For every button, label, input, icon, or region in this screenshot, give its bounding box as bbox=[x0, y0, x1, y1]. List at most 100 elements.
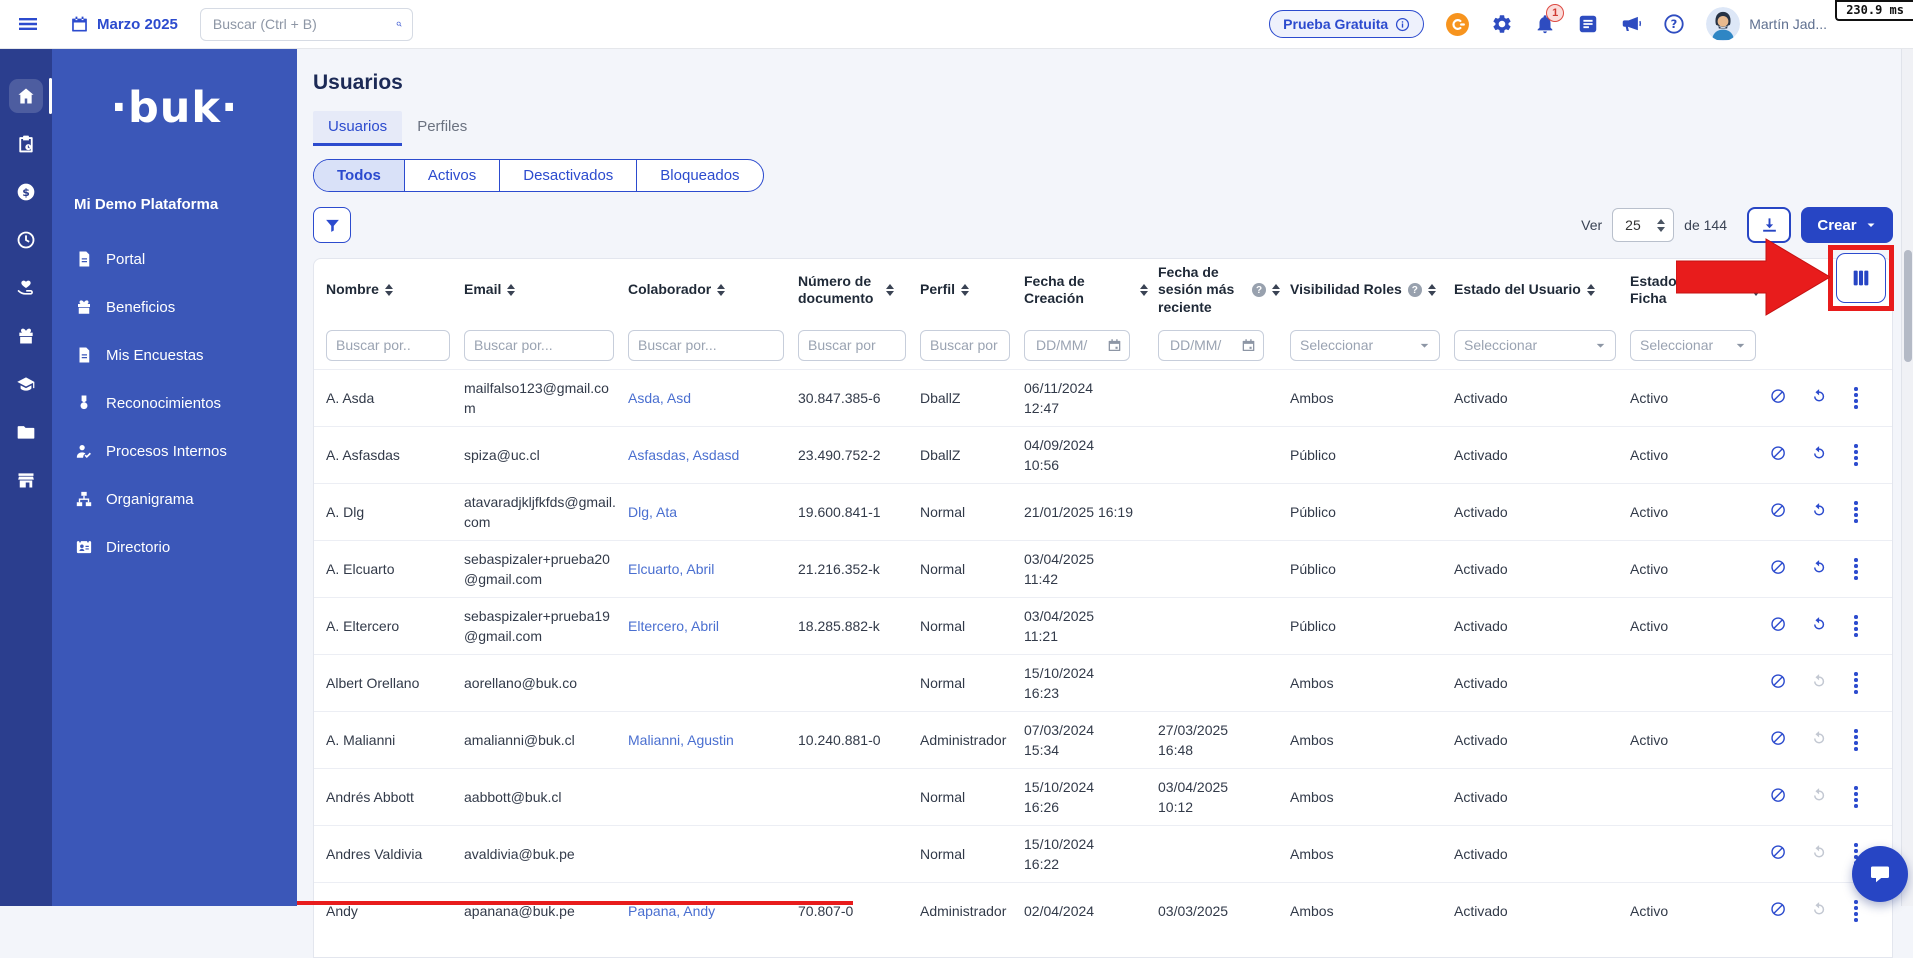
row-menu-button[interactable] bbox=[1852, 442, 1860, 468]
block-user-button[interactable] bbox=[1770, 729, 1786, 752]
filter-input-numero-de-documento[interactable] bbox=[798, 330, 906, 361]
block-user-button[interactable] bbox=[1770, 672, 1786, 695]
block-user-button[interactable] bbox=[1770, 501, 1786, 524]
sort-icon[interactable] bbox=[717, 284, 725, 296]
date-input[interactable] bbox=[1168, 336, 1237, 354]
row-menu-button[interactable] bbox=[1852, 613, 1860, 639]
bukcoin-icon[interactable] bbox=[1445, 12, 1470, 37]
column-header-perfil[interactable]: Perfil bbox=[920, 281, 1024, 299]
restore-button[interactable] bbox=[1811, 843, 1827, 866]
search-icon[interactable] bbox=[396, 15, 402, 33]
rail-item-clock[interactable] bbox=[9, 223, 43, 257]
column-header-nombre[interactable]: Nombre bbox=[326, 281, 464, 299]
sort-icon[interactable] bbox=[961, 284, 969, 296]
sidebar-item-directorio[interactable]: Directorio bbox=[52, 523, 297, 571]
restore-button[interactable] bbox=[1811, 558, 1827, 581]
block-user-button[interactable] bbox=[1770, 387, 1786, 410]
global-search[interactable] bbox=[200, 8, 413, 41]
block-user-button[interactable] bbox=[1770, 615, 1786, 638]
column-header-estado-del-usuario[interactable]: Estado del Usuario bbox=[1454, 281, 1630, 299]
trial-badge[interactable]: Prueba Gratuita bbox=[1269, 10, 1424, 38]
sidebar-item-reconocimientos[interactable]: Reconocimientos bbox=[52, 379, 297, 427]
filters-button[interactable] bbox=[313, 207, 351, 243]
sidebar-item-mis-encuestas[interactable]: Mis Encuestas bbox=[52, 331, 297, 379]
sidebar-item-procesos-internos[interactable]: Procesos Internos bbox=[52, 427, 297, 475]
sort-icon[interactable] bbox=[1587, 284, 1595, 296]
restore-button[interactable] bbox=[1811, 729, 1827, 752]
period-selector[interactable]: Marzo 2025 bbox=[70, 15, 178, 34]
date-input[interactable] bbox=[1034, 336, 1103, 354]
date-filter-fecha-de-sesion-mas-reciente[interactable] bbox=[1158, 330, 1264, 361]
filter-input-colaborador[interactable] bbox=[628, 330, 784, 361]
block-user-button[interactable] bbox=[1770, 786, 1786, 809]
segment-desactivados[interactable]: Desactivados bbox=[499, 160, 636, 191]
user-name[interactable]: Martín Jad... bbox=[1749, 16, 1827, 32]
help-icon[interactable]: ? bbox=[1252, 283, 1266, 297]
select-filter-visibilidad-roles[interactable]: Seleccionar bbox=[1290, 330, 1440, 361]
rail-item-hand-heart[interactable] bbox=[9, 271, 43, 305]
sort-icon[interactable] bbox=[385, 284, 393, 296]
chat-fab-button[interactable] bbox=[1852, 846, 1908, 902]
sidebar-item-organigrama[interactable]: Organigrama bbox=[52, 475, 297, 523]
rail-item-folder[interactable] bbox=[9, 415, 43, 449]
notifications-bell-icon[interactable]: 1 bbox=[1534, 13, 1556, 35]
row-menu-button[interactable] bbox=[1852, 556, 1860, 582]
rail-item-clipboard-clock[interactable] bbox=[9, 127, 43, 161]
tab-perfiles[interactable]: Perfiles bbox=[402, 111, 482, 146]
menu-icon[interactable] bbox=[16, 12, 40, 36]
column-header-colaborador[interactable]: Colaborador bbox=[628, 281, 798, 299]
row-menu-button[interactable] bbox=[1852, 670, 1860, 696]
filter-input-perfil[interactable] bbox=[920, 330, 1010, 361]
rail-item-dollar[interactable]: $ bbox=[9, 175, 43, 209]
segment-activos[interactable]: Activos bbox=[404, 160, 499, 191]
collaborator-link[interactable]: Asda, Asd bbox=[628, 390, 691, 406]
search-input[interactable] bbox=[211, 15, 396, 33]
sort-icon[interactable] bbox=[1428, 284, 1436, 296]
block-user-button[interactable] bbox=[1770, 558, 1786, 581]
restore-button[interactable] bbox=[1811, 501, 1827, 524]
column-header-fecha-de-creacion[interactable]: Fecha de Creación bbox=[1024, 273, 1158, 308]
row-menu-button[interactable] bbox=[1852, 727, 1860, 753]
block-user-button[interactable] bbox=[1770, 900, 1786, 923]
restore-button[interactable] bbox=[1811, 444, 1827, 467]
sidebar-item-beneficios[interactable]: Beneficios bbox=[52, 283, 297, 331]
user-menu[interactable]: Martín Jad... bbox=[1706, 7, 1827, 41]
collaborator-link[interactable]: Papana, Andy bbox=[628, 903, 715, 919]
date-filter-fecha-de-creacion[interactable] bbox=[1024, 330, 1130, 361]
sort-icon[interactable] bbox=[1272, 284, 1280, 296]
help-icon[interactable]: ? bbox=[1408, 283, 1422, 297]
restore-button[interactable] bbox=[1811, 387, 1827, 410]
rail-item-home[interactable] bbox=[9, 79, 43, 113]
restore-button[interactable] bbox=[1811, 900, 1827, 923]
sort-icon[interactable] bbox=[507, 284, 515, 296]
collaborator-link[interactable]: Malianni, Agustin bbox=[628, 732, 734, 748]
block-user-button[interactable] bbox=[1770, 444, 1786, 467]
rail-item-graduation-cap[interactable] bbox=[9, 367, 43, 401]
collaborator-link[interactable]: Dlg, Ata bbox=[628, 504, 677, 520]
segment-todos[interactable]: Todos bbox=[314, 160, 404, 191]
help-icon[interactable]: ? bbox=[1663, 13, 1685, 35]
sidebar-item-portal[interactable]: Portal bbox=[52, 235, 297, 283]
filter-input-nombre[interactable] bbox=[326, 330, 450, 361]
select-filter-estado-de-la-ficha[interactable]: Seleccionar bbox=[1630, 330, 1756, 361]
restore-button[interactable] bbox=[1811, 786, 1827, 809]
column-header-numero-de-documento[interactable]: Número de documento bbox=[798, 273, 920, 308]
restore-button[interactable] bbox=[1811, 615, 1827, 638]
sort-icon[interactable] bbox=[1140, 284, 1148, 296]
filter-input-email[interactable] bbox=[464, 330, 614, 361]
vertical-scrollbar[interactable] bbox=[1901, 49, 1913, 906]
settings-gear-icon[interactable] bbox=[1491, 13, 1513, 35]
sort-icon[interactable] bbox=[886, 284, 894, 296]
avatar[interactable] bbox=[1706, 7, 1740, 41]
restore-button[interactable] bbox=[1811, 672, 1827, 695]
row-menu-button[interactable] bbox=[1852, 499, 1860, 525]
tab-usuarios[interactable]: Usuarios bbox=[313, 111, 402, 146]
row-menu-button[interactable] bbox=[1852, 784, 1860, 810]
collaborator-link[interactable]: Asfasdas, Asdasd bbox=[628, 447, 739, 463]
select-filter-estado-del-usuario[interactable]: Seleccionar bbox=[1454, 330, 1616, 361]
announcements-megaphone-icon[interactable] bbox=[1620, 13, 1642, 35]
collaborator-link[interactable]: Elcuarto, Abril bbox=[628, 561, 714, 577]
rail-item-storefront[interactable] bbox=[9, 463, 43, 497]
column-header-fecha-de-sesion-mas-reciente[interactable]: Fecha de sesión más reciente? bbox=[1158, 264, 1290, 317]
scrollbar-thumb[interactable] bbox=[1904, 250, 1912, 362]
